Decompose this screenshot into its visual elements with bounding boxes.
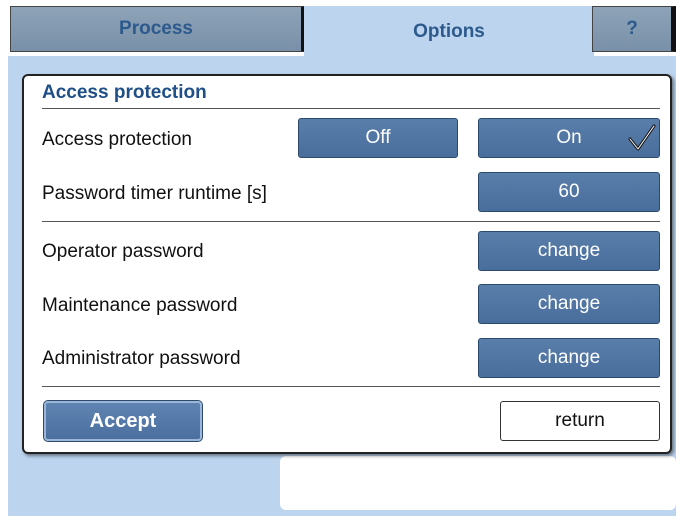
administrator-password-change-label: change <box>537 347 601 368</box>
maintenance-password-label: Maintenance password <box>42 295 238 316</box>
tab-help-label: ? <box>626 18 638 39</box>
operator-password-label: Operator password <box>42 241 204 262</box>
tab-process[interactable]: Process <box>10 6 306 52</box>
password-timer-value-button[interactable]: 60 <box>478 172 660 212</box>
tab-help[interactable]: ? <box>592 6 676 52</box>
dialog-title: Access protection <box>42 82 207 103</box>
operator-password-change-button[interactable]: change <box>478 231 660 271</box>
password-timer-label: Password timer runtime [s] <box>42 183 267 204</box>
check-icon <box>628 124 656 151</box>
accept-label: Accept <box>89 409 157 432</box>
access-off-button[interactable]: Off <box>298 118 458 158</box>
timer-separator <box>42 221 660 222</box>
administrator-password-change-button[interactable]: change <box>478 338 660 378</box>
access-on-label: On <box>556 127 582 148</box>
administrator-password-label: Administrator password <box>42 348 241 369</box>
tab-bar: Process Options ? <box>0 0 676 58</box>
access-on-button[interactable]: On <box>478 118 660 158</box>
access-protection-dialog: Access protection Access protection Off … <box>22 74 672 454</box>
operator-password-change-label: change <box>537 240 601 261</box>
maintenance-password-change-button[interactable]: change <box>478 284 660 324</box>
return-button[interactable]: return <box>500 401 660 441</box>
background-white-area <box>280 456 676 510</box>
tab-options[interactable]: Options <box>304 6 594 58</box>
access-protection-label: Access protection <box>42 129 192 150</box>
title-separator <box>42 108 660 109</box>
accept-button[interactable]: Accept <box>43 400 203 442</box>
tab-process-label: Process <box>119 18 193 39</box>
access-off-label: Off <box>365 127 391 148</box>
return-label: return <box>555 410 605 431</box>
maintenance-password-change-label: change <box>537 293 601 314</box>
bottom-separator <box>42 386 660 387</box>
tab-options-label: Options <box>413 21 485 42</box>
password-timer-value: 60 <box>558 181 580 202</box>
